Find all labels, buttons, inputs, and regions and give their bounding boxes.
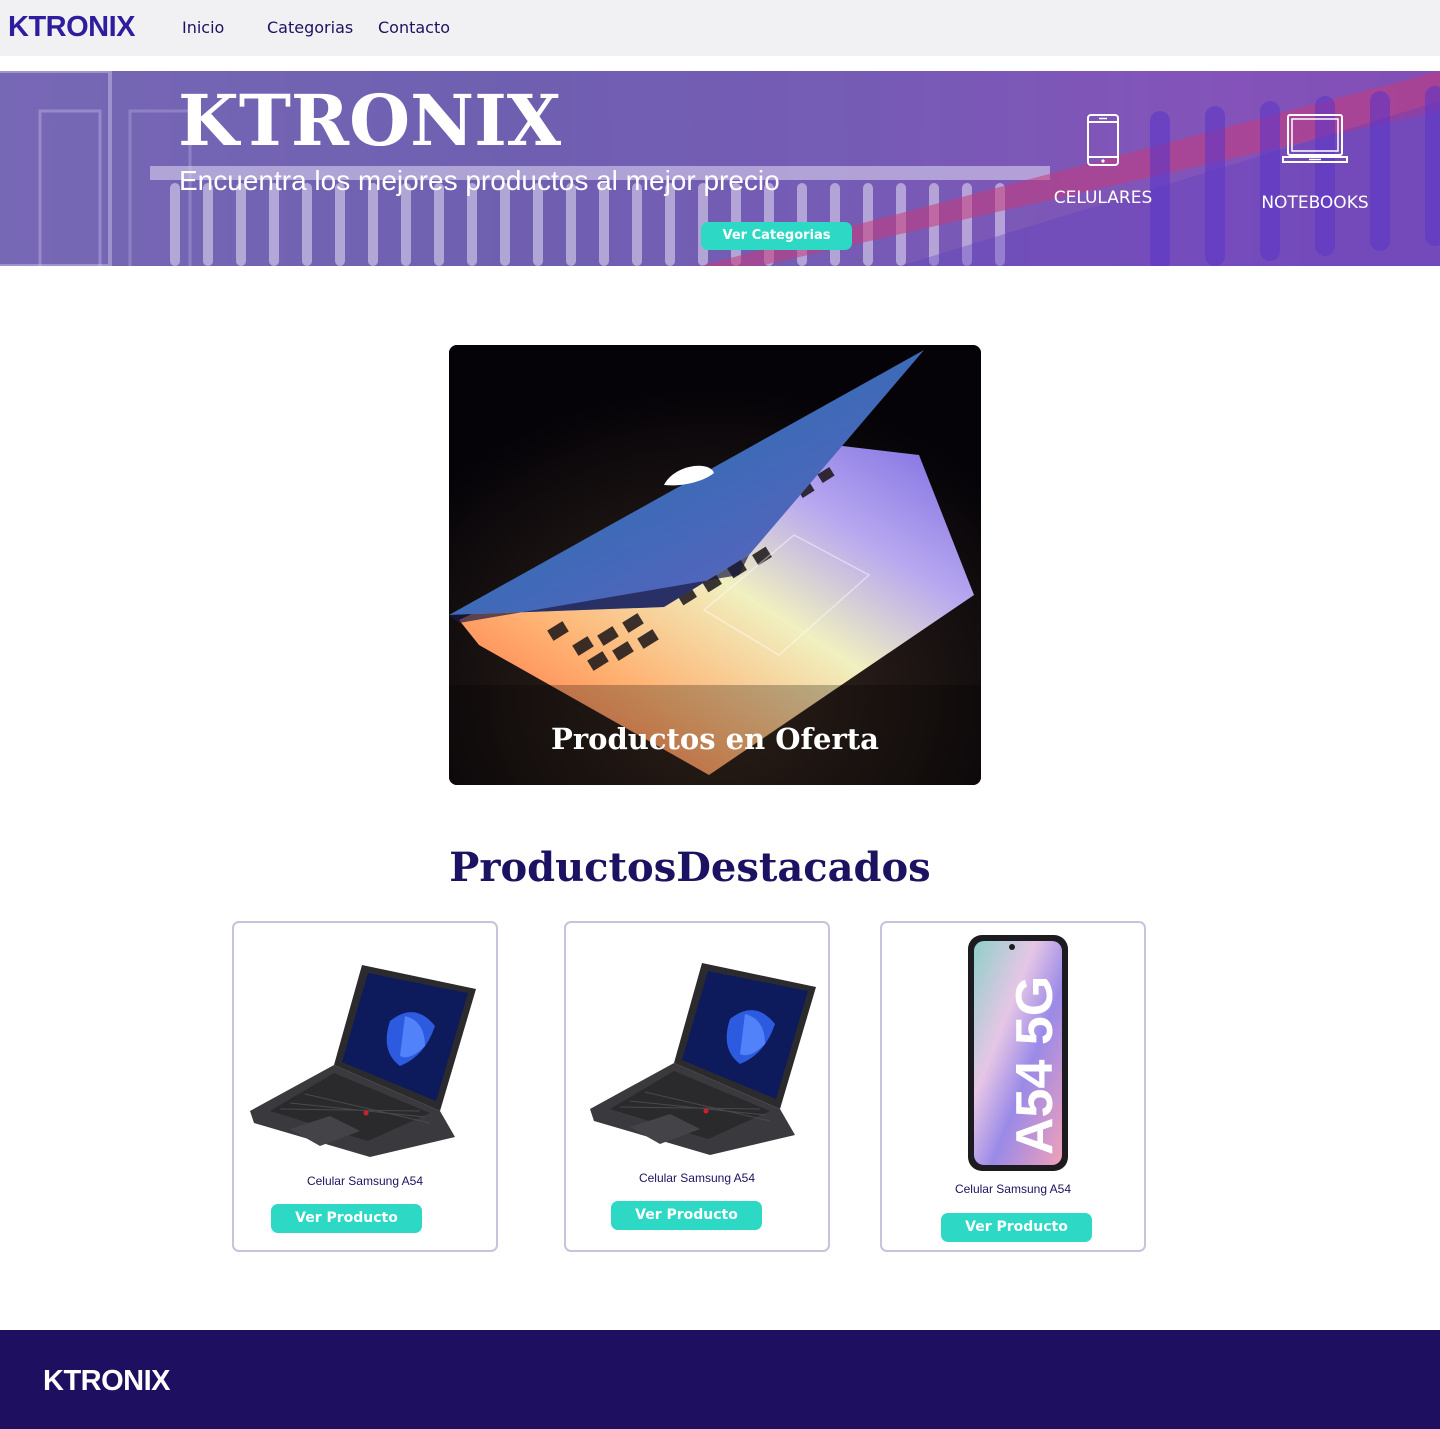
ver-producto-button[interactable]: Ver Producto <box>611 1201 762 1230</box>
nav-link-inicio[interactable]: Inicio <box>182 18 224 38</box>
nav-link-contacto[interactable]: Contacto <box>378 18 450 38</box>
category-notebooks-label: NOTEBOOKS <box>1261 193 1369 213</box>
phone-screen-text: A54 5G <box>1006 976 1064 1155</box>
ver-producto-button[interactable]: Ver Producto <box>941 1213 1092 1242</box>
smartphone-icon <box>1087 114 1119 166</box>
brand-logo-text: KTRONIX <box>8 11 136 43</box>
laptop-icon <box>1282 114 1348 163</box>
featured-title: ProductosDestacados <box>449 844 931 891</box>
product-card[interactable]: A54 5G Celular Samsung A54 Ver Producto <box>880 921 1146 1252</box>
product-laptop-image <box>590 963 816 1155</box>
offer-laptop-image <box>449 345 981 785</box>
footer-logo-text: KTRONIX <box>43 1365 171 1397</box>
footer: KTRONIX <box>0 1330 1440 1429</box>
ver-producto-button[interactable]: Ver Producto <box>271 1204 422 1233</box>
brand-logo[interactable]: KTRONIX <box>8 9 136 45</box>
product-card[interactable]: Celular Samsung A54 Ver Producto <box>232 921 498 1252</box>
category-celulares[interactable]: CELULARES <box>1048 113 1158 208</box>
product-laptop-image <box>250 965 476 1157</box>
product-name: Celular Samsung A54 <box>306 1174 424 1188</box>
ver-categorias-button[interactable]: Ver Categorias <box>701 222 852 250</box>
footer-logo[interactable]: KTRONIX <box>43 1363 171 1399</box>
hero-title: KTRONIX <box>178 79 562 162</box>
category-notebooks[interactable]: NOTEBOOKS <box>1250 113 1380 213</box>
baluster <box>1205 106 1225 266</box>
category-celulares-label: CELULARES <box>1053 188 1153 208</box>
baluster <box>1425 86 1440 246</box>
hero-subtitle: Encuentra los mejores productos al mejor… <box>179 165 780 196</box>
product-name: Celular Samsung A54 <box>954 1182 1072 1196</box>
nav-link-categorias[interactable]: Categorias <box>267 18 353 38</box>
top-navbar: KTRONIX Inicio Categorias Contacto <box>0 0 1440 56</box>
product-name: Celular Samsung A54 <box>638 1171 756 1185</box>
product-phone-image: A54 5G <box>968 935 1068 1171</box>
hero-banner: KTRONIX Encuentra los mejores productos … <box>0 71 1440 266</box>
offer-title: Productos en Oferta <box>551 722 879 756</box>
product-card[interactable]: Celular Samsung A54 Ver Producto <box>564 921 830 1252</box>
offer-banner[interactable]: Productos en Oferta <box>449 345 981 785</box>
